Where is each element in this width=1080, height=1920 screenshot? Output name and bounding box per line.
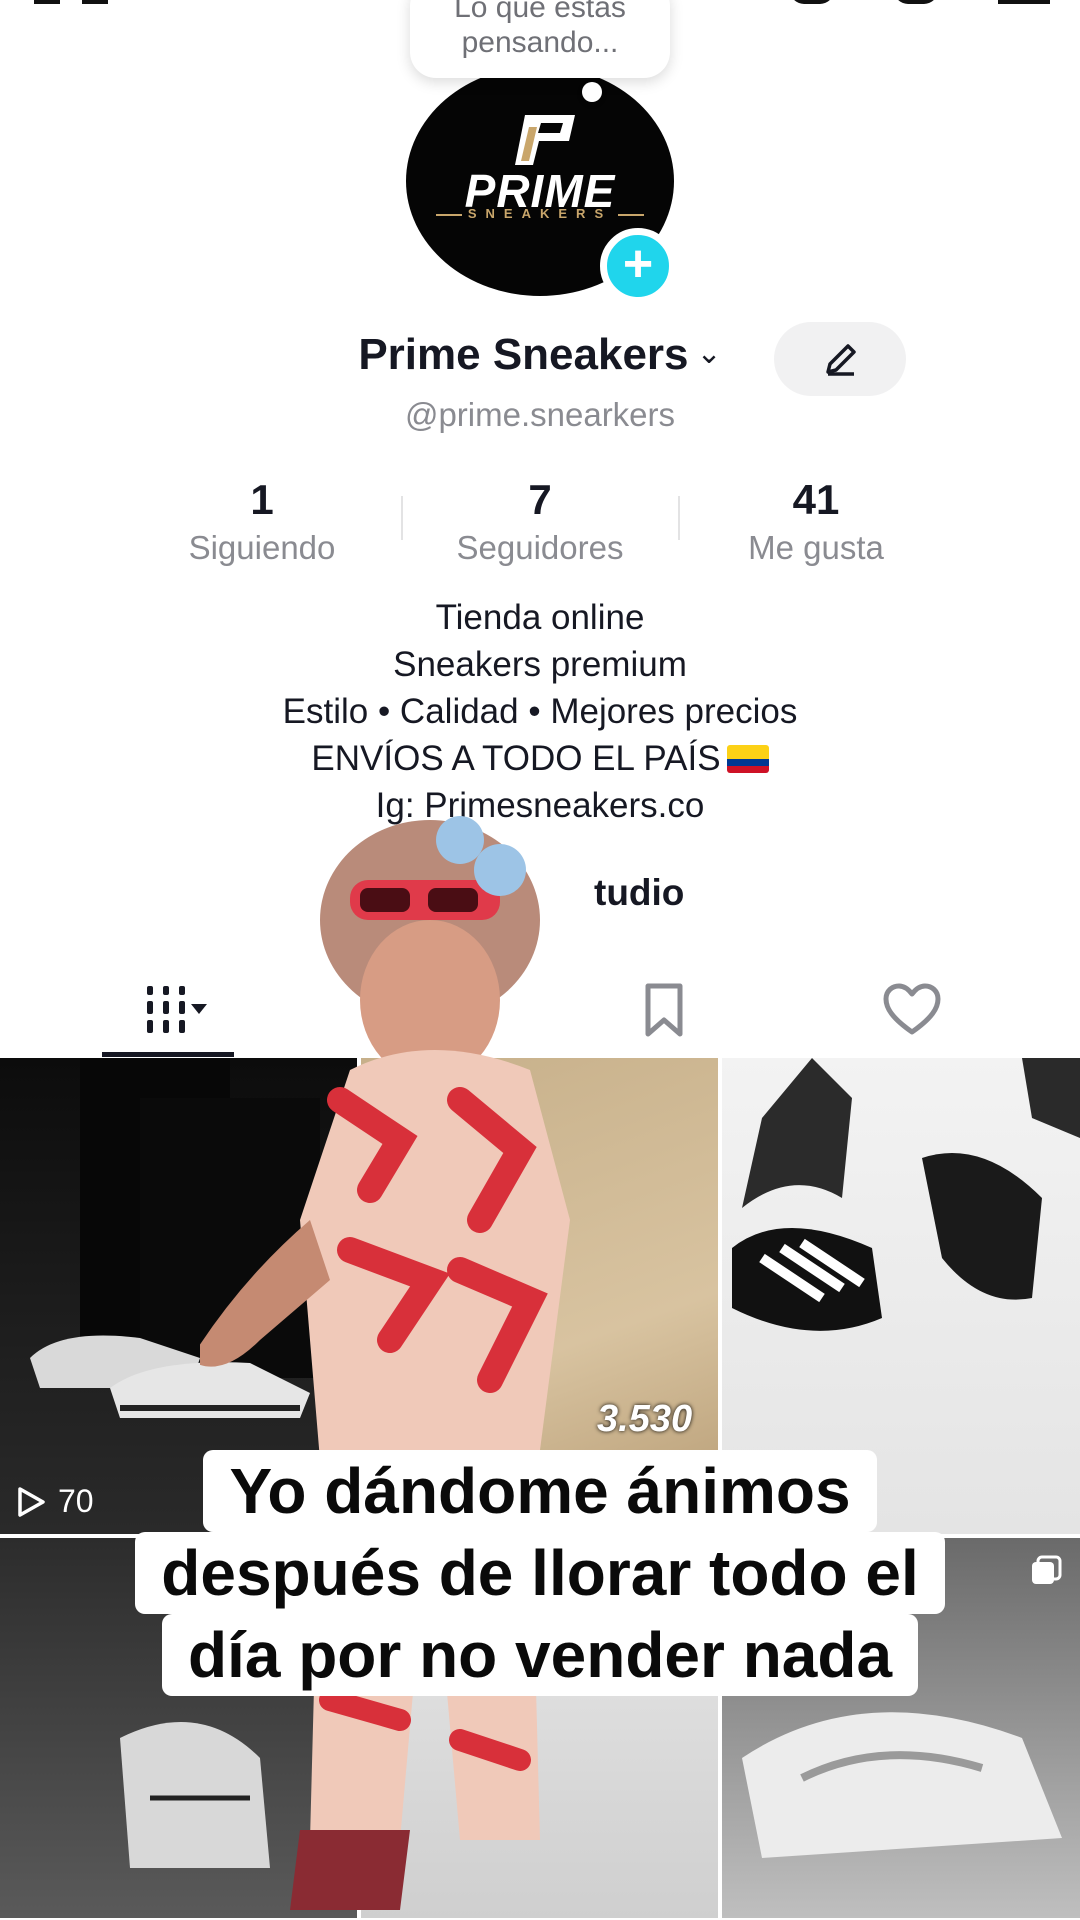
creator-tools-icon[interactable]: [790, 0, 834, 4]
active-tab-indicator: [102, 1052, 234, 1057]
bio-line: Sneakers premium: [393, 645, 687, 684]
video-caption: Yo dándome ánimos después de llorar todo…: [0, 1450, 1080, 1696]
price-tag: 3.530: [597, 1398, 693, 1440]
add-account-icon[interactable]: [34, 0, 60, 4]
stat-likes[interactable]: 41 Me gusta: [686, 474, 946, 570]
grid-icon: [147, 986, 207, 1033]
logo-line-right: [618, 214, 644, 216]
creator-studio-icon[interactable]: [388, 872, 432, 916]
caption-line: día por no vender nada: [161, 1614, 919, 1696]
stat-value: 41: [792, 476, 840, 523]
stat-divider: [401, 496, 403, 540]
bookmark-icon: [645, 983, 683, 1037]
note-bubble-tail: [582, 82, 602, 102]
caption-line: después de llorar todo el: [135, 1532, 945, 1614]
bio-line-text: ENVÍOS A TODO EL PAÍS: [311, 739, 721, 778]
tab-private[interactable]: [356, 970, 476, 1050]
stat-value: 1: [250, 476, 274, 523]
bio-line: Tienda online: [435, 598, 645, 637]
profile-name-row[interactable]: Prime Sneakers ⌄: [0, 330, 1080, 380]
bio-link[interactable]: Ig: Primesneakers.co: [0, 782, 1080, 829]
username-handle: @prime.snearkers: [404, 396, 676, 433]
note-bubble[interactable]: Lo que estás pensando...: [410, 0, 670, 78]
plus-icon[interactable]: [82, 0, 108, 4]
lock-icon: [394, 984, 438, 1037]
prime-logo-icon: [515, 115, 575, 165]
caption-line: Yo dándome ánimos: [203, 1450, 877, 1532]
add-story-button[interactable]: +: [600, 228, 676, 304]
stat-following[interactable]: 1 Siguiendo: [132, 474, 392, 570]
stat-divider: [678, 496, 680, 540]
tab-liked[interactable]: [852, 970, 972, 1050]
colombia-flag-icon: [726, 745, 769, 773]
bio-line: Estilo • Calidad • Mejores precios: [282, 692, 798, 731]
stat-label: Seguidores: [456, 529, 624, 566]
tab-saved[interactable]: [604, 970, 724, 1050]
heart-icon: [883, 983, 941, 1035]
studio-label: tudio: [594, 872, 685, 913]
profile-bio: Tienda online Sneakers premium Estilo • …: [0, 594, 1080, 829]
display-name: Prime Sneakers: [358, 330, 689, 379]
pencil-icon: [826, 344, 856, 376]
tab-videos[interactable]: [108, 970, 228, 1050]
profile-tabs: [0, 970, 1080, 1056]
bio-line: ENVÍOS A TODO EL PAÍS: [0, 735, 1080, 782]
chevron-down-icon[interactable]: ⌄: [697, 336, 722, 371]
stat-label: Me gusta: [748, 529, 884, 566]
stat-followers[interactable]: 7 Seguidores: [410, 474, 670, 570]
menu-icon[interactable]: [998, 0, 1050, 4]
edit-profile-button[interactable]: [774, 322, 906, 396]
studio-link[interactable]: tudio: [442, 872, 684, 914]
stat-value: 7: [528, 476, 552, 523]
footprint-icon[interactable]: [894, 0, 938, 4]
stat-label: Siguiendo: [188, 529, 336, 566]
topbar-left-icons[interactable]: [34, 0, 108, 4]
topbar-right-icons: [790, 0, 1050, 4]
